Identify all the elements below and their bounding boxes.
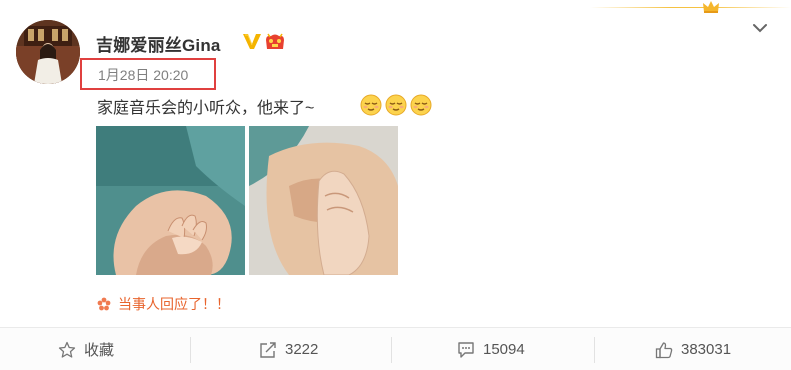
favorite-label: 收藏 [84,342,115,359]
like-count: 383031 [681,341,732,358]
reaction-label: 当事人回应了！！ [118,296,230,312]
avatar[interactable] [16,20,80,84]
gold-divider-line [590,7,791,8]
flower-icon [97,297,111,311]
repost-button[interactable]: 3222 [259,328,318,370]
sleepy-face-emoji [410,94,432,116]
divider [190,337,191,363]
header-decoration [590,0,791,14]
verified-v-icon[interactable] [241,31,263,51]
action-bar: 收藏 3222 15094 383031 [0,327,791,370]
repost-count: 3222 [285,341,319,358]
share-icon [260,341,276,358]
like-button[interactable]: 383031 [655,328,731,370]
favorite-button[interactable]: 收藏 [58,328,114,370]
crown-icon [703,1,719,13]
comment-button[interactable]: 15094 [457,328,525,370]
timestamp[interactable]: 1月28日 20:20 [98,65,188,85]
divider [594,337,595,363]
chevron-down-icon[interactable] [752,22,768,34]
sleepy-face-emoji [360,94,382,116]
post-text: 家庭音乐会的小听众，他来了~ [97,100,315,117]
thumbs-up-icon [655,341,673,358]
star-icon [58,341,76,358]
baby-hand-photo[interactable] [96,126,245,275]
vip-member-icon[interactable] [263,32,287,52]
username[interactable]: 吉娜爱丽丝Gina [96,31,221,56]
holding-hands-photo[interactable] [249,126,398,275]
author-reaction-link[interactable]: 当事人回应了！！ [97,294,230,314]
divider [391,337,392,363]
comment-icon [458,341,474,358]
emoji-group [359,93,434,117]
sleepy-face-emoji [385,94,407,116]
comment-count: 15094 [483,341,525,358]
